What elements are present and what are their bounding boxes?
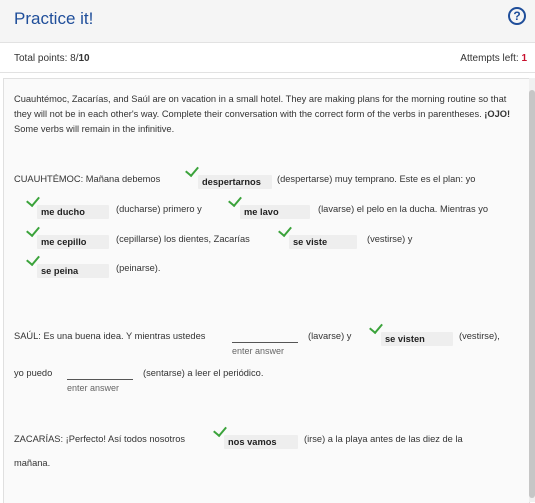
saul-line2a: yo puedo [14, 368, 53, 378]
saul-line1c: (vestirse), [459, 331, 500, 341]
cuauhtemoc-line3b: (vestirse) y [367, 234, 413, 244]
answer-input-lavarse[interactable] [232, 330, 298, 343]
total-points: Total points: 8/10 [14, 53, 90, 64]
saul-line1b: (lavarse) y [308, 331, 352, 341]
ojo-label: ¡OJO! [484, 109, 511, 119]
total-points-label: Total points: 8/ [14, 53, 79, 64]
instructions: Cuauhtémoc, Zacarías, and Saúl are on va… [14, 92, 514, 137]
answer-field-me-lavo[interactable]: me lavo [240, 205, 310, 219]
enter-answer-hint: enter answer [67, 383, 120, 393]
cuauhtemoc-line1b: (despertarse) muy temprano. Este es el p… [277, 174, 476, 184]
cuauhtemoc-line3a: (cepillarse) los dientes, Zacarías [116, 234, 250, 244]
answer-field-se-peina[interactable]: se peina [37, 264, 109, 278]
answer-input-sentarse[interactable] [67, 367, 133, 380]
zacarias-line1b: (irse) a la playa antes de las diez de l… [304, 434, 463, 444]
scrollbar-thumb[interactable] [529, 90, 535, 498]
header: Practice it! ? [0, 0, 535, 43]
enter-answer-hint: enter answer [232, 346, 285, 356]
status-bar: Total points: 8/10 Attempts left: 1 [0, 43, 535, 73]
saul-line1a: SAÚL: Es una buena idea. Y mientras uste… [14, 331, 206, 341]
instructions-rest: Some verbs will remain in the infinitive… [14, 124, 175, 134]
zacarias-line2a: mañana. [14, 458, 51, 468]
cuauhtemoc-line2b: (lavarse) el pelo en la ducha. Mientras … [318, 204, 489, 214]
attempts-label: Attempts left: [460, 53, 522, 64]
answer-field-se-viste[interactable]: se viste [289, 235, 357, 249]
saul-line2b: (sentarse) a leer el periódico. [143, 368, 264, 378]
answer-field-despertarnos[interactable]: despertarnos [198, 175, 272, 189]
instructions-text: Cuauhtémoc, Zacarías, and Saúl are on va… [14, 94, 507, 119]
help-icon[interactable]: ? [508, 7, 526, 25]
cuauhtemoc-line2a: (ducharse) primero y [116, 204, 202, 214]
cuauhtemoc-line1a: CUAUHTÉMOC: Mañana debemos [14, 174, 161, 184]
answer-field-se-visten[interactable]: se visten [381, 332, 453, 346]
page-title: Practice it! [14, 9, 94, 28]
zacarias-line1a: ZACARÍAS: ¡Perfecto! Así todos nosotros [14, 434, 186, 444]
attempts-value: 1 [521, 53, 527, 64]
answer-field-me-cepillo[interactable]: me cepillo [37, 235, 109, 249]
answer-field-nos-vamos[interactable]: nos vamos [224, 435, 298, 449]
cuauhtemoc-line4a: (peinarse). [116, 263, 161, 273]
answer-field-me-ducho[interactable]: me ducho [37, 205, 109, 219]
total-points-max: 10 [78, 53, 90, 64]
attempts-left: Attempts left: 1 [460, 53, 527, 64]
